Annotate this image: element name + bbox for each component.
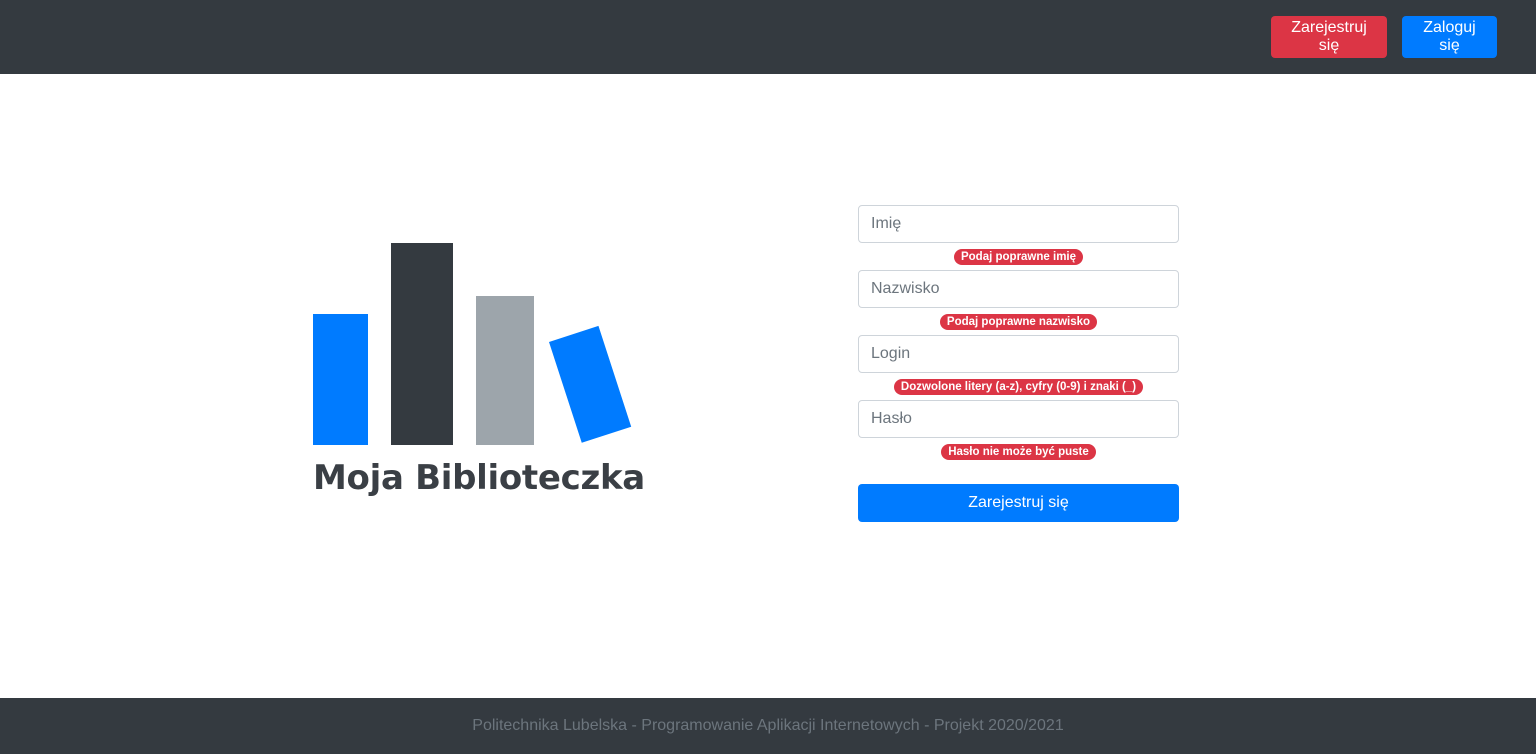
- first-name-input[interactable]: [858, 205, 1179, 243]
- logo-book-gray: [476, 296, 534, 445]
- navbar: Zarejestruj się Zaloguj się: [0, 0, 1536, 74]
- footer-text: Politechnika Lubelska - Programowanie Ap…: [472, 717, 1064, 734]
- registration-form: Podaj poprawne imię Podaj poprawne nazwi…: [858, 205, 1179, 522]
- last-name-input[interactable]: [858, 270, 1179, 308]
- logo-title: Moja Biblioteczka: [313, 458, 645, 498]
- register-nav-button[interactable]: Zarejestruj się: [1271, 16, 1387, 58]
- password-error-row: Hasło nie może być puste: [858, 438, 1179, 465]
- first-name-error-badge: Podaj poprawne imię: [953, 248, 1084, 265]
- login-error-row: Dozwolone litery (a-z), cyfry (0-9) i zn…: [858, 373, 1179, 400]
- login-error-badge: Dozwolone litery (a-z), cyfry (0-9) i zn…: [893, 378, 1144, 395]
- last-name-error-badge: Podaj poprawne nazwisko: [939, 313, 1098, 330]
- password-error-badge: Hasło nie może być puste: [941, 443, 1096, 460]
- login-input[interactable]: [858, 335, 1179, 373]
- logo-book-dark: [391, 243, 453, 445]
- first-name-error-row: Podaj poprawne imię: [858, 243, 1179, 270]
- password-input[interactable]: [858, 400, 1179, 438]
- logo-book-blue: [313, 314, 368, 445]
- register-submit-button[interactable]: Zarejestruj się: [858, 484, 1179, 522]
- logo-book-tilted: [549, 325, 632, 443]
- footer: Politechnika Lubelska - Programowanie Ap…: [0, 698, 1536, 754]
- login-nav-button[interactable]: Zaloguj się: [1402, 16, 1497, 58]
- last-name-error-row: Podaj poprawne nazwisko: [858, 308, 1179, 335]
